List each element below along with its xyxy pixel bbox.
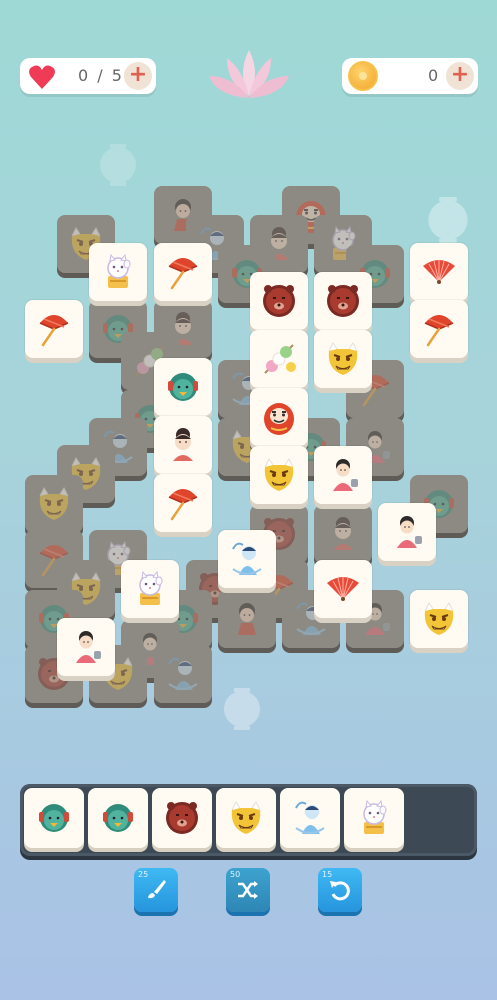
tile-lucky-cat[interactable] — [89, 243, 147, 301]
tile-oni-mask[interactable] — [410, 590, 468, 648]
bear-mask-icon — [323, 281, 363, 321]
coins-panel: 0 + — [342, 58, 478, 94]
oni-mask-icon — [259, 455, 299, 495]
lives-panel: 0 / 5 + — [20, 58, 156, 94]
tray-slot-yuki-onna — [280, 788, 340, 848]
tile-geisha — [314, 505, 372, 563]
tile-tray — [20, 784, 477, 856]
bear-mask-icon — [259, 281, 299, 321]
lantern-icon — [428, 197, 468, 243]
fan-icon — [323, 569, 363, 609]
kimono-girl-icon — [323, 455, 363, 495]
bear-mask-icon — [162, 798, 202, 838]
tile-kimono-girl[interactable] — [378, 503, 436, 561]
tile-oni-mask[interactable] — [314, 330, 372, 388]
lucky-cat-icon — [130, 569, 170, 609]
add-coins-button[interactable]: + — [446, 62, 474, 90]
tile-fan[interactable] — [314, 560, 372, 618]
add-lives-button[interactable]: + — [124, 62, 152, 90]
shuffle-icon — [238, 881, 258, 899]
lotus-icon — [209, 50, 289, 98]
daruma-icon — [259, 397, 299, 437]
tray-slot-bear-mask — [152, 788, 212, 848]
lucky-cat-icon — [354, 798, 394, 838]
plus-icon: + — [128, 62, 148, 87]
lucky-cat-icon — [98, 252, 138, 292]
oni-mask-icon — [34, 484, 74, 524]
yuki-onna-icon — [290, 798, 330, 838]
yuki-onna-icon — [227, 539, 267, 579]
kimono-girl-icon — [387, 512, 427, 552]
kappa-icon — [34, 798, 74, 838]
tile-daruma[interactable] — [250, 388, 308, 446]
undo-icon — [330, 881, 350, 901]
heart-icon — [29, 65, 55, 89]
tile-geisha[interactable] — [154, 416, 212, 474]
kintaro-icon — [227, 599, 267, 639]
yuki-onna-icon — [163, 654, 203, 694]
tile-dango[interactable] — [250, 330, 308, 388]
oni-mask-icon — [419, 599, 459, 639]
brush-button[interactable]: 25 — [134, 868, 178, 912]
tile-umbrella[interactable] — [154, 474, 212, 532]
tile-yuki-onna — [154, 645, 212, 703]
tile-bear-mask[interactable] — [314, 272, 372, 330]
tile-kappa[interactable] — [154, 358, 212, 416]
coins-count: 0 — [428, 66, 441, 85]
tile-kimono-girl[interactable] — [314, 446, 372, 504]
umbrella-icon — [163, 483, 203, 523]
plus-icon: + — [450, 62, 470, 87]
undo-button[interactable]: 15 — [318, 868, 362, 912]
tile-umbrella[interactable] — [410, 300, 468, 358]
tile-bear-mask[interactable] — [250, 272, 308, 330]
oni-mask-icon — [226, 798, 266, 838]
fan-icon — [419, 252, 459, 292]
kappa-icon — [98, 798, 138, 838]
geisha-icon — [163, 425, 203, 465]
tile-lucky-cat[interactable] — [121, 560, 179, 618]
kimono-girl-icon — [66, 627, 106, 667]
lantern-icon — [100, 144, 136, 186]
tray-slot-oni-mask — [216, 788, 276, 848]
tray-slot-lucky-cat — [344, 788, 404, 848]
lantern-icon — [224, 688, 260, 730]
oni-mask-icon — [323, 339, 363, 379]
geisha-icon — [323, 514, 363, 554]
tile-kimono-girl[interactable] — [57, 618, 115, 676]
dango-icon — [259, 339, 299, 379]
umbrella-icon — [419, 309, 459, 349]
umbrella-icon — [34, 309, 74, 349]
tile-fan[interactable] — [410, 243, 468, 301]
tile-yuki-onna[interactable] — [218, 530, 276, 588]
tray-slot-kappa — [24, 788, 84, 848]
tile-kintaro — [218, 590, 276, 648]
kappa-icon — [163, 367, 203, 407]
shuffle-button[interactable]: 50 — [226, 868, 270, 912]
tile-umbrella[interactable] — [25, 300, 83, 358]
tile-oni-mask[interactable] — [250, 446, 308, 504]
lives-count: 0 / 5 — [78, 66, 124, 85]
coin-icon — [348, 61, 378, 91]
tray-slot-kappa — [88, 788, 148, 848]
tile-umbrella[interactable] — [154, 243, 212, 301]
brush-icon — [148, 880, 166, 899]
tile-oni-mask — [25, 475, 83, 533]
umbrella-icon — [163, 252, 203, 292]
